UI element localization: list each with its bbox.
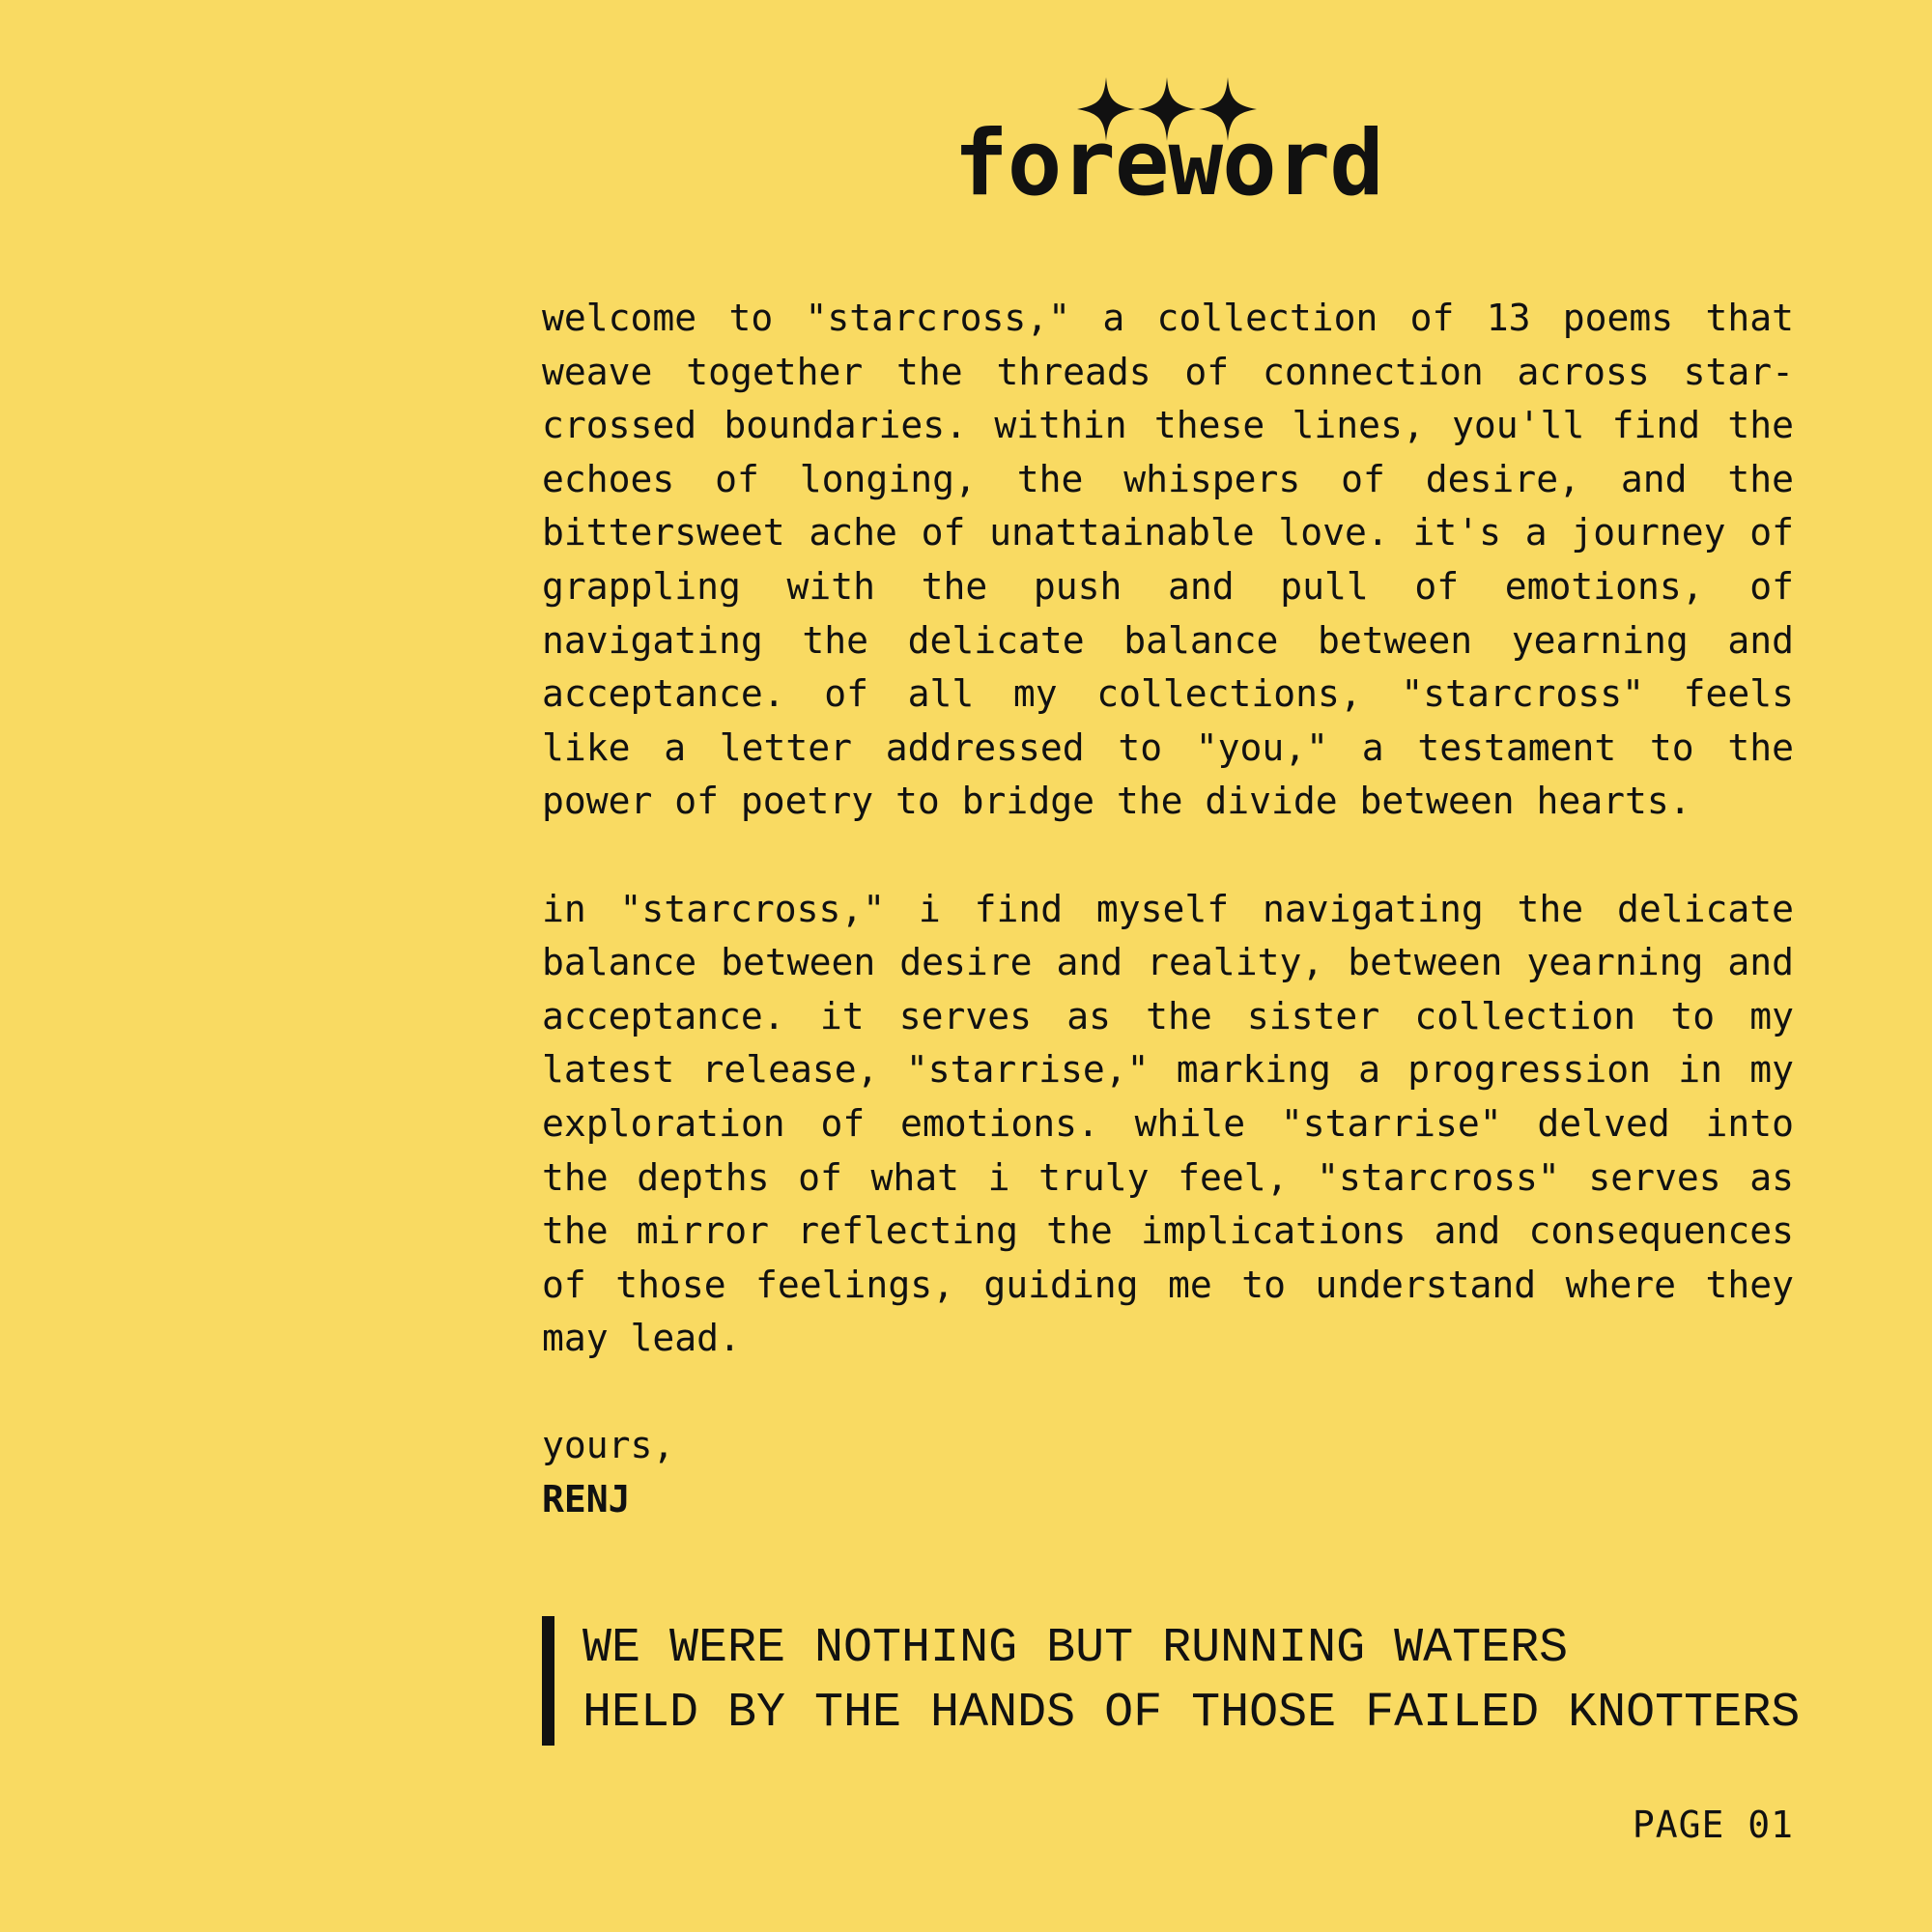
page-title: foreword (953, 111, 1384, 216)
foreword-page: foreword welcome to "starcross," a colle… (0, 0, 1932, 1932)
paragraph-1: welcome to "starcross," a collection of … (542, 297, 1794, 823)
quote-line-2: HELD BY THE HANDS OF THOSE FAILED KNOTTE… (582, 1686, 1801, 1741)
paragraph-2: in "starcross," i find myself navigating… (542, 887, 1794, 1360)
pull-quote: WE WERE NOTHING BUT RUNNING WATERS HELD … (542, 1616, 1877, 1746)
quote-line-1: WE WERE NOTHING BUT RUNNING WATERS (582, 1621, 1569, 1676)
author-name: RENJ (542, 1478, 631, 1521)
page-number: PAGE 01 (1632, 1804, 1794, 1846)
signoff: yours, (542, 1424, 675, 1467)
foreword-body: welcome to "starcross," a collection of … (542, 292, 1794, 1527)
